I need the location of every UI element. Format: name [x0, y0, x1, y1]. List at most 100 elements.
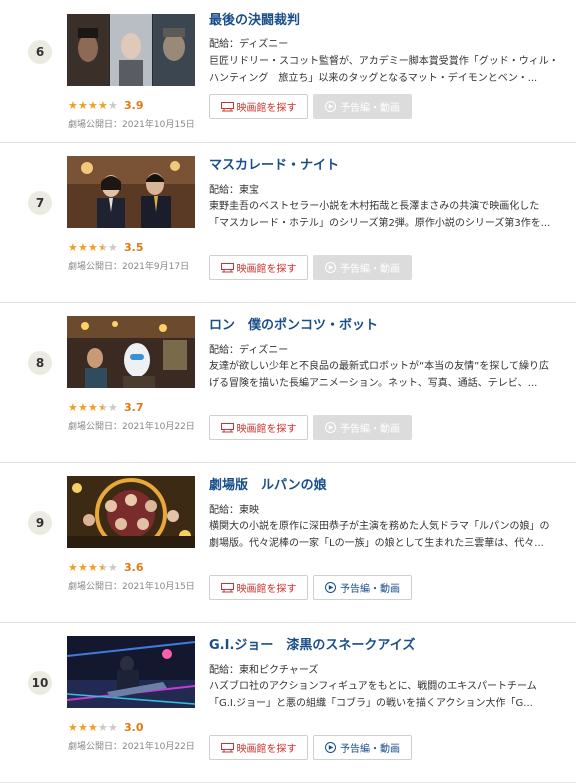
synopsis: 横関大の小説を原作に深田恭子が主演を務めた人気ドラマ「ルパンの娘」の劇場版。代々…: [209, 521, 550, 549]
play-icon: ▶: [325, 262, 336, 273]
rating-score: 3.5: [124, 240, 144, 254]
star-icon: ★: [108, 720, 118, 734]
find-theater-button[interactable]: 映画館を探す: [209, 415, 308, 440]
find-theater-label: 映画館を探す: [236, 584, 297, 595]
star-icon: ★: [78, 720, 88, 734]
theater-screen-icon: [220, 742, 234, 753]
trailer-button[interactable]: ▶ 予告編・動画: [313, 94, 412, 119]
action-buttons: 映画館を探す ▶ 予告編・動画: [209, 575, 412, 600]
theater-screen-icon: [220, 422, 234, 433]
movie-list-item: 8 ★ ★ ★ ★ ★ 3.7 劇場公開日：2021年10月22日 ロン 僕のポ…: [0, 303, 576, 463]
action-buttons: 映画館を探す ▶ 予告編・動画: [209, 94, 412, 119]
movie-thumbnail[interactable]: [67, 636, 195, 708]
movie-list-item: 7 ★ ★ ★ ★ ★ 3.5 劇場公開日：2021年9月17日 マスカレード・…: [0, 143, 576, 303]
play-icon: ▶: [325, 422, 336, 433]
star-rating: ★ ★ ★ ★ ★ 3.9: [68, 98, 144, 112]
movie-thumbnail[interactable]: [67, 156, 195, 228]
find-theater-button[interactable]: 映画館を探す: [209, 94, 308, 119]
action-buttons: 映画館を探す ▶ 予告編・動画: [209, 255, 412, 280]
star-icon: ★: [108, 98, 118, 112]
movie-still-hotel-staff-icon: [67, 156, 195, 228]
star-rating: ★ ★ ★ ★ ★ 3.6: [68, 560, 144, 574]
release-date: 劇場公開日：2021年9月17日: [68, 262, 190, 272]
star-rating: ★ ★ ★ ★ ★ 3.0: [68, 720, 144, 734]
action-buttons: 映画館を探す ▶ 予告編・動画: [209, 735, 412, 760]
distributor: 配給：ディズニー: [209, 345, 289, 356]
distributor: 配給：東映: [209, 505, 259, 516]
theater-screen-icon: [220, 101, 234, 112]
trailer-label: 予告編・動画: [340, 744, 400, 755]
synopsis: 巨匠リドリー・スコット監督が、アカデミー脚本賞受賞作「グッド・ウィル・ハンティン…: [209, 56, 559, 84]
find-theater-label: 映画館を探す: [236, 744, 297, 755]
rank-badge: 9: [28, 511, 52, 535]
star-icon: ★: [88, 720, 98, 734]
find-theater-button[interactable]: 映画館を探す: [209, 255, 308, 280]
trailer-label: 予告編・動画: [340, 264, 400, 275]
star-icon: ★: [68, 240, 78, 254]
star-icon: ★: [68, 98, 78, 112]
find-theater-label: 映画館を探す: [236, 264, 297, 275]
star-icon: ★: [108, 400, 118, 414]
rating-score: 3.7: [124, 400, 144, 414]
movie-thumbnail[interactable]: [67, 476, 195, 548]
find-theater-button[interactable]: 映画館を探す: [209, 735, 308, 760]
star-icon: ★: [78, 98, 88, 112]
trailer-button[interactable]: ▶ 予告編・動画: [313, 255, 412, 280]
star-icon: ★: [78, 560, 88, 574]
trailer-button[interactable]: ▶ 予告編・動画: [313, 575, 412, 600]
rating-score: 3.0: [124, 720, 144, 734]
find-theater-button[interactable]: 映画館を探す: [209, 575, 308, 600]
release-date: 劇場公開日：2021年10月22日: [68, 422, 195, 432]
star-rating: ★ ★ ★ ★ ★ 3.5: [68, 240, 144, 254]
movie-ranking-list: 6 ★ ★ ★ ★ ★ 3.9 劇場公開日：2021年10月15日 最後の決闘裁…: [0, 0, 576, 783]
star-half-icon: ★: [98, 560, 108, 574]
rating-score: 3.9: [124, 98, 144, 112]
trailer-button[interactable]: ▶ 予告編・動画: [313, 415, 412, 440]
release-date: 劇場公開日：2021年10月22日: [68, 742, 195, 752]
trailer-label: 予告編・動画: [340, 103, 400, 114]
movie-still-ensemble-icon: [67, 476, 195, 548]
theater-screen-icon: [220, 262, 234, 273]
star-icon: ★: [88, 98, 98, 112]
distributor: 配給：東和ピクチャーズ: [209, 665, 319, 676]
star-icon: ★: [88, 240, 98, 254]
star-icon: ★: [98, 720, 108, 734]
star-rating: ★ ★ ★ ★ ★ 3.7: [68, 400, 144, 414]
movie-still-action-icon: [67, 636, 195, 708]
star-icon: ★: [88, 560, 98, 574]
movie-still-robot-icon: [67, 316, 195, 388]
trailer-label: 予告編・動画: [340, 584, 400, 595]
movie-title-link[interactable]: 最後の決闘裁判: [209, 9, 300, 28]
movie-title-link[interactable]: マスカレード・ナイト: [209, 154, 339, 173]
rank-badge: 7: [28, 191, 52, 215]
play-icon: ▶: [325, 742, 336, 753]
synopsis: 友達が欲しい少年と不良品の最新式ロボットが“本当の友情”を探して繰り広げる冒険を…: [209, 361, 550, 389]
movie-thumbnail[interactable]: [67, 316, 195, 388]
movie-title-link[interactable]: 劇場版 ルパンの娘: [209, 474, 327, 493]
movie-list-item: 10 ★ ★ ★ ★ ★ 3.0 劇場公開日：2021年10月22日 G.I.ジ…: [0, 623, 576, 783]
star-icon: ★: [78, 400, 88, 414]
synopsis: 東野圭吾のベストセラー小説を木村拓哉と長澤まさみの共演で映画化した「マスカレード…: [209, 201, 551, 229]
movie-title-link[interactable]: ロン 僕のポンコツ・ボット: [209, 314, 378, 333]
rank-badge: 8: [28, 351, 52, 375]
star-icon: ★: [78, 240, 88, 254]
find-theater-label: 映画館を探す: [236, 424, 297, 435]
play-icon: ▶: [325, 101, 336, 112]
movie-thumbnail[interactable]: [67, 14, 195, 86]
star-half-icon: ★: [98, 240, 108, 254]
star-icon: ★: [108, 240, 118, 254]
star-icon: ★: [98, 98, 108, 112]
rank-badge: 10: [28, 671, 52, 695]
movie-list-item: 6 ★ ★ ★ ★ ★ 3.9 劇場公開日：2021年10月15日 最後の決闘裁…: [0, 0, 576, 143]
star-icon: ★: [108, 560, 118, 574]
trailer-button[interactable]: ▶ 予告編・動画: [313, 735, 412, 760]
movie-still-three-faces-icon: [67, 14, 195, 86]
distributor: 配給：ディズニー: [209, 39, 289, 50]
synopsis: ハズブロ社のアクションフィギュアをもとに、戦闘のエキスパートチーム「G.I.ジョ…: [209, 681, 537, 709]
star-icon: ★: [68, 720, 78, 734]
theater-screen-icon: [220, 582, 234, 593]
trailer-label: 予告編・動画: [340, 424, 400, 435]
star-icon: ★: [68, 560, 78, 574]
movie-title-link[interactable]: G.I.ジョー 漆黒のスネークアイズ: [209, 634, 415, 653]
movie-list-item: 9 ★ ★ ★ ★ ★ 3.6 劇場公開日：2021年10月15日 劇場版 ルパ…: [0, 463, 576, 623]
